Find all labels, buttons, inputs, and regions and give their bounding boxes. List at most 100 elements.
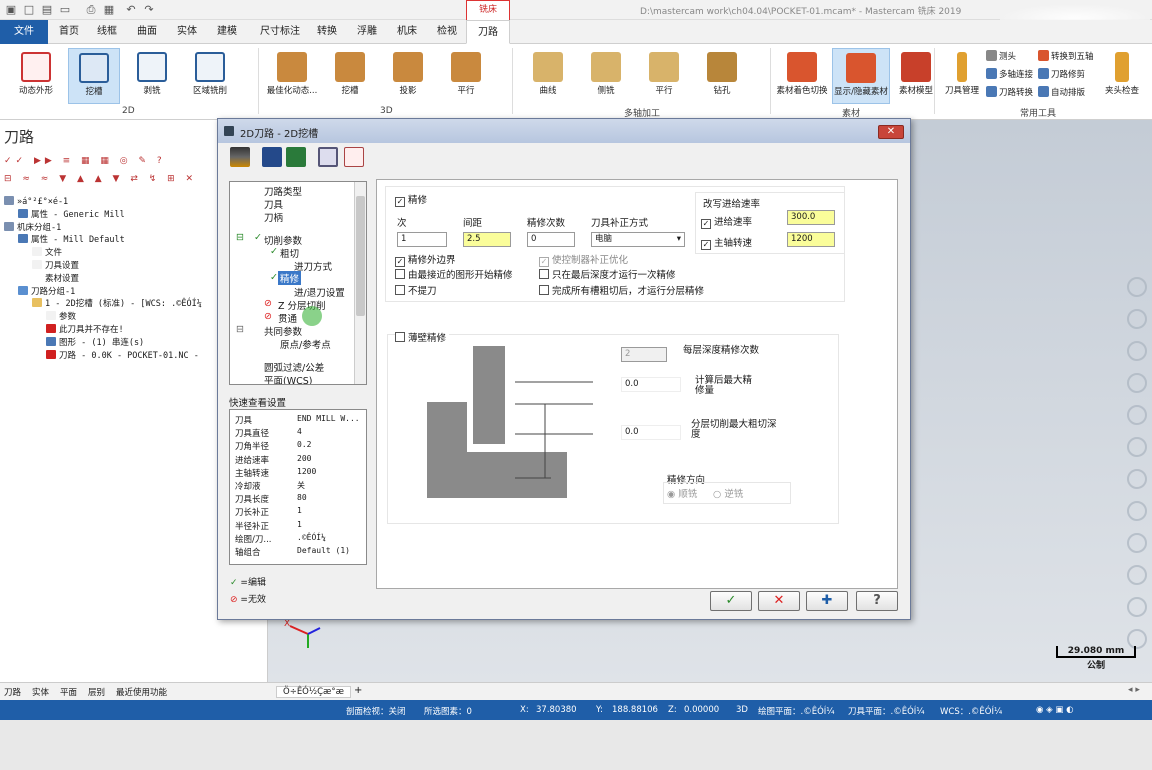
bottom-tab-planes[interactable]: 平面 — [60, 686, 77, 698]
feed-rate-input[interactable]: 300.0 — [787, 210, 835, 225]
climb-radio[interactable]: ◉ 顺铣 — [667, 486, 697, 500]
area-mill-button[interactable]: 区域铣削 — [184, 48, 236, 104]
spring-passes-input[interactable]: 0 — [527, 232, 575, 247]
ptree-holder[interactable]: 刀柄 — [264, 210, 283, 224]
stack-icon[interactable] — [1127, 597, 1147, 617]
face-mill-button[interactable]: 剥铣 — [126, 48, 178, 104]
dialog-title-bar[interactable]: 2D刀路 - 2D挖槽 ✕ — [218, 119, 910, 143]
print-icon[interactable]: ⎙ — [84, 3, 98, 17]
dialog-close-button[interactable]: ✕ — [878, 125, 904, 139]
section-view-status[interactable]: 剖面检视：关闭 — [346, 705, 406, 717]
spacing-input[interactable]: 2.5 — [463, 232, 511, 247]
apply-button[interactable]: ✚ — [806, 591, 848, 611]
bottom-tab-levels[interactable]: 层别 — [88, 686, 105, 698]
tab-file[interactable]: 文件 — [0, 20, 48, 44]
conventional-radio[interactable]: ○ 逆铣 — [713, 486, 743, 500]
viewsheet-tab-main[interactable]: Ö÷ÊÓ½Çæ°æ — [276, 686, 351, 698]
optimize-control-checkbox[interactable]: ✓ 使控制器补正优化 — [539, 252, 628, 267]
ok-button[interactable]: ✓ — [710, 591, 752, 611]
tool-plane[interactable]: 刀具平面：.©ÊÓÍ¼ — [848, 705, 925, 717]
ptree-planes[interactable]: 平面(WCS) — [264, 373, 312, 384]
tree-scrollbar[interactable] — [354, 182, 366, 384]
stock-display-button[interactable]: 显示/隐藏素材 — [832, 48, 890, 104]
spindle-checkbox[interactable]: ✓ 主轴转速 — [701, 235, 752, 250]
feed-rate-checkbox[interactable]: ✓ 进给速率 — [701, 214, 752, 229]
multiaxis-link-button[interactable]: 多轴连接 — [986, 68, 1033, 80]
tab-transform[interactable]: 转换 — [312, 20, 342, 44]
swarf-button[interactable]: 侧铣 — [580, 48, 632, 104]
dynamic-contour-button[interactable]: 动态外形 — [10, 48, 62, 104]
ptree-tool[interactable]: 刀具 — [264, 197, 283, 211]
max-finish-input[interactable]: 0.0 — [621, 377, 681, 392]
construction-plane[interactable]: 绘图平面：.©ÊÓÍ¼ — [758, 705, 835, 717]
expand-icon[interactable]: ⊟ — [236, 324, 244, 335]
tool-icon[interactable] — [230, 147, 250, 167]
view-icon[interactable] — [1127, 373, 1147, 393]
tab-dimension[interactable]: 尺寸标注 — [254, 20, 306, 44]
screenshot-icon[interactable]: ▦ — [102, 3, 116, 17]
display-options-icon[interactable] — [344, 147, 364, 167]
undo-icon[interactable]: ↶ — [124, 3, 138, 17]
optirough-button[interactable]: 最佳化动态... — [266, 48, 318, 104]
ptree-arc-filter[interactable]: 圆弧过滤/公差 — [264, 360, 324, 374]
shade-icon[interactable] — [1127, 469, 1147, 489]
tab-wireframe[interactable]: 线框 — [92, 20, 122, 44]
final-depth-only-checkbox[interactable]: 只在最后深度才运行一次精修 — [539, 267, 676, 281]
ptree-linking[interactable]: 共同参数 — [264, 324, 302, 338]
tree-scroll-thumb[interactable] — [356, 196, 365, 316]
drill-multiaxis-button[interactable]: 钻孔 — [696, 48, 748, 104]
redo-icon[interactable]: ↷ — [142, 3, 156, 17]
tab-view[interactable]: 检视 — [432, 20, 462, 44]
fit-icon[interactable] — [1127, 405, 1147, 425]
tool-manager-button[interactable]: 刀具管理 — [936, 48, 988, 104]
toolpath-trim-button[interactable]: 刀路修剪 — [1038, 68, 1085, 80]
app-logo-icon[interactable]: ▣ — [4, 3, 18, 17]
toolpath-transform-button[interactable]: 刀路转换 — [986, 86, 1033, 98]
mode-3d[interactable]: 3D — [736, 705, 748, 715]
wcs-plane[interactable]: WCS：.©ÊÓÍ¼ — [940, 705, 1002, 717]
grid-icon[interactable] — [1127, 533, 1147, 553]
ptree-roughing[interactable]: 粗切 — [280, 246, 299, 260]
ptree-toolpath-type[interactable]: 刀路类型 — [264, 184, 302, 198]
open-folder-icon[interactable]: ▭ — [58, 3, 72, 17]
stock-shading-button[interactable]: 素材着色切换 — [776, 48, 828, 104]
zoom-in-icon[interactable] — [1127, 277, 1147, 297]
ptree-break-through[interactable]: 贯通 — [278, 311, 297, 325]
measure-icon[interactable] — [1127, 437, 1147, 457]
pocket-2d-button[interactable]: 挖槽 — [68, 48, 120, 104]
save-defaults-icon[interactable] — [262, 147, 282, 167]
no-retract-checkbox[interactable]: 不提刀 — [395, 283, 437, 297]
start-nearest-checkbox[interactable]: 由最接近的图形开始精修 — [395, 267, 513, 281]
ptree-cut-params[interactable]: 切削参数 — [264, 233, 302, 247]
bottom-tab-toolpaths[interactable]: 刀路 — [4, 686, 21, 698]
after-all-roughing-checkbox[interactable]: 完成所有槽粗切后，才运行分层精修 — [539, 283, 704, 297]
scroll-arrows-icon[interactable]: ◂ ▸ — [1128, 685, 1140, 695]
tab-home[interactable]: 首页 — [54, 20, 84, 44]
new-file-icon[interactable]: □ — [22, 3, 36, 17]
add-viewsheet-button[interactable]: + — [354, 685, 362, 696]
finish-outer-checkbox[interactable]: ✓ 精修外边界 — [395, 252, 456, 267]
load-defaults-icon[interactable] — [286, 147, 306, 167]
curve-multiaxis-button[interactable]: 曲线 — [522, 48, 574, 104]
tab-machine[interactable]: 机床 — [392, 20, 422, 44]
bottom-tab-solids[interactable]: 实体 — [32, 686, 49, 698]
rotate-icon[interactable] — [1127, 341, 1147, 361]
parallel-3d-button[interactable]: 平行 — [440, 48, 492, 104]
help-button[interactable]: ? — [856, 591, 898, 611]
depth-passes-input[interactable]: 2 — [621, 347, 667, 362]
pan-icon[interactable] — [1127, 309, 1147, 329]
holder-check-button[interactable]: 夹头检查 — [1096, 48, 1148, 104]
status-icons[interactable]: ◉ ◈ ▣ ◐ — [1036, 705, 1074, 715]
project-button[interactable]: 投影 — [382, 48, 434, 104]
auto-nesting-button[interactable]: 自动排版 — [1038, 86, 1085, 98]
spindle-input[interactable]: 1200 — [787, 232, 835, 247]
parallel-multiaxis-button[interactable]: 平行 — [638, 48, 690, 104]
comp-type-select[interactable]: 电脑 ▾ — [591, 232, 685, 247]
save-icon[interactable]: ▤ — [40, 3, 54, 17]
tab-model[interactable]: 建模 — [212, 20, 242, 44]
convert-5axis-button[interactable]: 转换到五轴 — [1038, 50, 1094, 62]
tab-emboss[interactable]: 浮雕 — [352, 20, 382, 44]
layer-icon[interactable] — [1127, 501, 1147, 521]
cancel-button[interactable]: ✕ — [758, 591, 800, 611]
preview-icon[interactable] — [318, 147, 338, 167]
